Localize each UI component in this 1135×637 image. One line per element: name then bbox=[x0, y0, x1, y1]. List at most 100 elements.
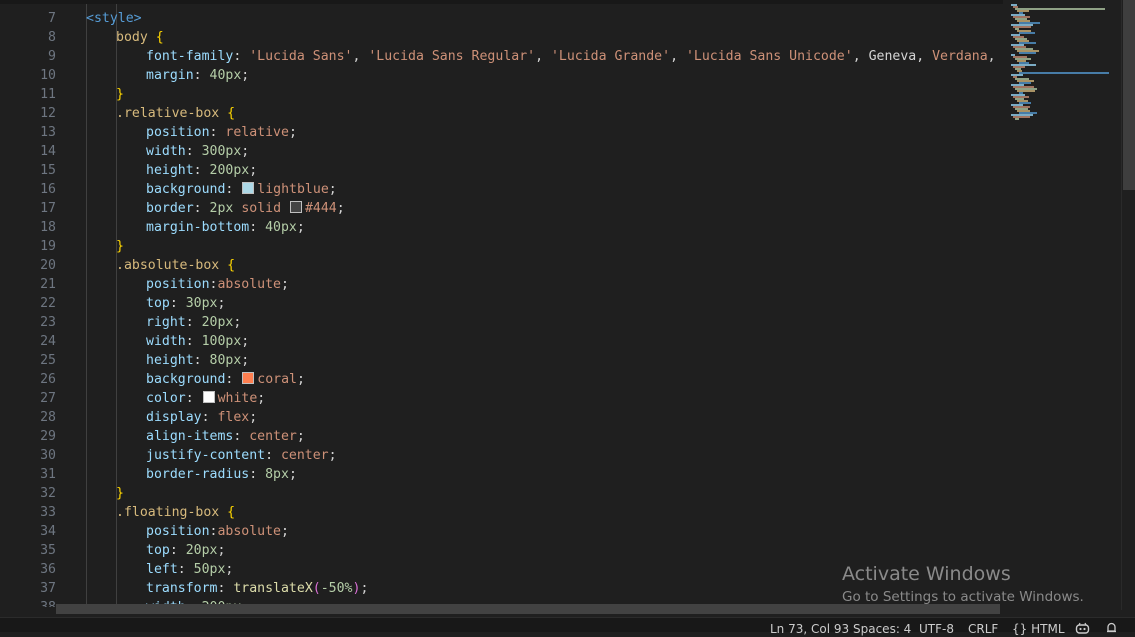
code-token: : bbox=[249, 467, 266, 482]
code-text: margin: 40px; bbox=[146, 66, 249, 85]
code-line[interactable]: 26 background: coral; bbox=[0, 370, 1000, 389]
code-token: height bbox=[146, 163, 194, 178]
code-token: ; bbox=[288, 125, 297, 140]
line-number: 11 bbox=[40, 87, 56, 102]
code-token: 8px bbox=[265, 467, 289, 482]
code-text: margin-bottom: 40px; bbox=[146, 218, 305, 237]
code-line[interactable]: 19} bbox=[0, 237, 1000, 256]
cursor-position[interactable]: Ln 73, Col 93 bbox=[770, 622, 849, 636]
code-token: Verdana bbox=[932, 49, 988, 64]
line-number: 27 bbox=[40, 391, 56, 406]
code-line[interactable]: 14 width: 300px; bbox=[0, 142, 1000, 161]
code-token: ; bbox=[296, 429, 305, 444]
code-text: width: 100px; bbox=[146, 332, 249, 351]
code-token: background bbox=[146, 372, 226, 387]
line-number: 18 bbox=[40, 220, 56, 235]
code-text: color: white; bbox=[146, 389, 265, 408]
minimap[interactable] bbox=[1003, 0, 1121, 610]
line-number: 37 bbox=[40, 581, 56, 596]
line-number: 29 bbox=[40, 429, 56, 444]
code-token: -50% bbox=[320, 581, 353, 596]
code-token: ; bbox=[241, 68, 250, 83]
line-number: 14 bbox=[40, 144, 56, 159]
code-token: relative bbox=[225, 125, 289, 140]
copilot-icon[interactable] bbox=[1075, 622, 1090, 637]
line-ending-setting[interactable]: CRLF bbox=[968, 622, 998, 636]
code-text: position: relative; bbox=[146, 123, 297, 142]
code-line[interactable]: 17 border: 2px solid #444; bbox=[0, 199, 1000, 218]
code-token: margin-bottom bbox=[146, 220, 250, 235]
code-line[interactable]: 32} bbox=[0, 484, 1000, 503]
braces-icon: {} bbox=[1012, 622, 1028, 636]
code-token: transform bbox=[146, 581, 218, 596]
code-token: solid bbox=[241, 201, 282, 216]
line-number: 8 bbox=[48, 30, 56, 45]
code-line[interactable]: 23 right: 20px; bbox=[0, 313, 1000, 332]
code-line[interactable]: 8 body { bbox=[0, 28, 1000, 47]
code-line[interactable]: 22 top: 30px; bbox=[0, 294, 1000, 313]
indentation-setting[interactable]: Spaces: 4 bbox=[853, 622, 911, 636]
code-token: , bbox=[670, 49, 686, 64]
code-token: ; bbox=[241, 334, 250, 349]
code-text: height: 80px; bbox=[146, 351, 249, 370]
code-line[interactable]: 15 height: 200px; bbox=[0, 161, 1000, 180]
vertical-scrollbar[interactable] bbox=[1121, 0, 1135, 610]
code-token: .absolute-box bbox=[116, 258, 228, 273]
code-token: , Geneva, bbox=[852, 49, 933, 64]
code-text: position:absolute; bbox=[146, 522, 289, 541]
code-text: border: 2px solid #444; bbox=[146, 199, 345, 218]
code-line[interactable]: 18 margin-bottom: 40px; bbox=[0, 218, 1000, 237]
code-token: left bbox=[146, 562, 178, 577]
code-line[interactable]: 20 .absolute-box { bbox=[0, 256, 1000, 275]
code-line[interactable]: 34 position:absolute; bbox=[0, 522, 1000, 541]
code-line[interactable]: 28 display: flex; bbox=[0, 408, 1000, 427]
code-line[interactable]: 25 height: 80px; bbox=[0, 351, 1000, 370]
minimap-line bbox=[1015, 118, 1019, 120]
line-number: 32 bbox=[40, 486, 56, 501]
code-token: : bbox=[185, 144, 202, 159]
code-line[interactable]: 29 align-items: center; bbox=[0, 427, 1000, 446]
code-line[interactable]: 35 top: 20px; bbox=[0, 541, 1000, 560]
vertical-scrollbar-thumb[interactable] bbox=[1123, 0, 1135, 190]
code-text: top: 20px; bbox=[146, 541, 225, 560]
color-swatch-icon[interactable] bbox=[242, 372, 255, 384]
line-number: 23 bbox=[40, 315, 56, 330]
code-token: 40px bbox=[209, 68, 242, 83]
code-token: center bbox=[249, 429, 297, 444]
code-line[interactable]: 31 border-radius: 8px; bbox=[0, 465, 1000, 484]
code-text: background: lightblue; bbox=[146, 180, 337, 199]
code-token: 'Lucida Sans Regular' bbox=[368, 49, 536, 64]
line-number: 24 bbox=[40, 334, 56, 349]
code-line[interactable]: 13 position: relative; bbox=[0, 123, 1000, 142]
code-token: { bbox=[227, 505, 236, 520]
code-token: font-family bbox=[146, 49, 234, 64]
encoding-setting[interactable]: UTF-8 bbox=[919, 622, 954, 636]
code-line[interactable]: 10 margin: 40px; bbox=[0, 66, 1000, 85]
code-token: color bbox=[146, 391, 186, 406]
code-token: : bbox=[201, 410, 218, 425]
code-line[interactable]: 33 .floating-box { bbox=[0, 503, 1000, 522]
code-text: body { bbox=[116, 28, 164, 47]
code-text: width: 300px; bbox=[146, 142, 249, 161]
code-token: 'Lucida Sans Unicode' bbox=[685, 49, 853, 64]
code-token: { bbox=[155, 30, 164, 45]
code-line[interactable]: 9 font-family: 'Lucida Sans', 'Lucida San… bbox=[0, 47, 1000, 66]
code-line[interactable]: 11} bbox=[0, 85, 1000, 104]
color-swatch-icon[interactable] bbox=[202, 391, 215, 403]
code-line[interactable]: 16 background: lightblue; bbox=[0, 180, 1000, 199]
color-swatch-icon[interactable] bbox=[242, 182, 255, 194]
code-line[interactable]: 24 width: 100px; bbox=[0, 332, 1000, 351]
code-token: : bbox=[193, 68, 210, 83]
code-editor[interactable]: 7 <style> 8 body {9 font-family: 'Lucida San… bbox=[0, 4, 1000, 607]
code-line[interactable]: 7 <style> bbox=[0, 9, 1000, 28]
line-number: 16 bbox=[40, 182, 56, 197]
code-line[interactable]: 27 color: white; bbox=[0, 389, 1000, 408]
color-swatch-icon[interactable] bbox=[289, 201, 302, 213]
code-line[interactable]: 30 justify-content: center; bbox=[0, 446, 1000, 465]
code-line[interactable]: 21 position:absolute; bbox=[0, 275, 1000, 294]
code-token: ; bbox=[225, 562, 234, 577]
status-bar: Ln 73, Col 93 Spaces: 4 UTF-8 CRLF {} HT… bbox=[0, 617, 1135, 636]
code-line[interactable]: 12 .relative-box { bbox=[0, 104, 1000, 123]
notifications-bell-icon[interactable] bbox=[1106, 622, 1117, 637]
language-mode[interactable]: {} HTML bbox=[1012, 622, 1065, 636]
